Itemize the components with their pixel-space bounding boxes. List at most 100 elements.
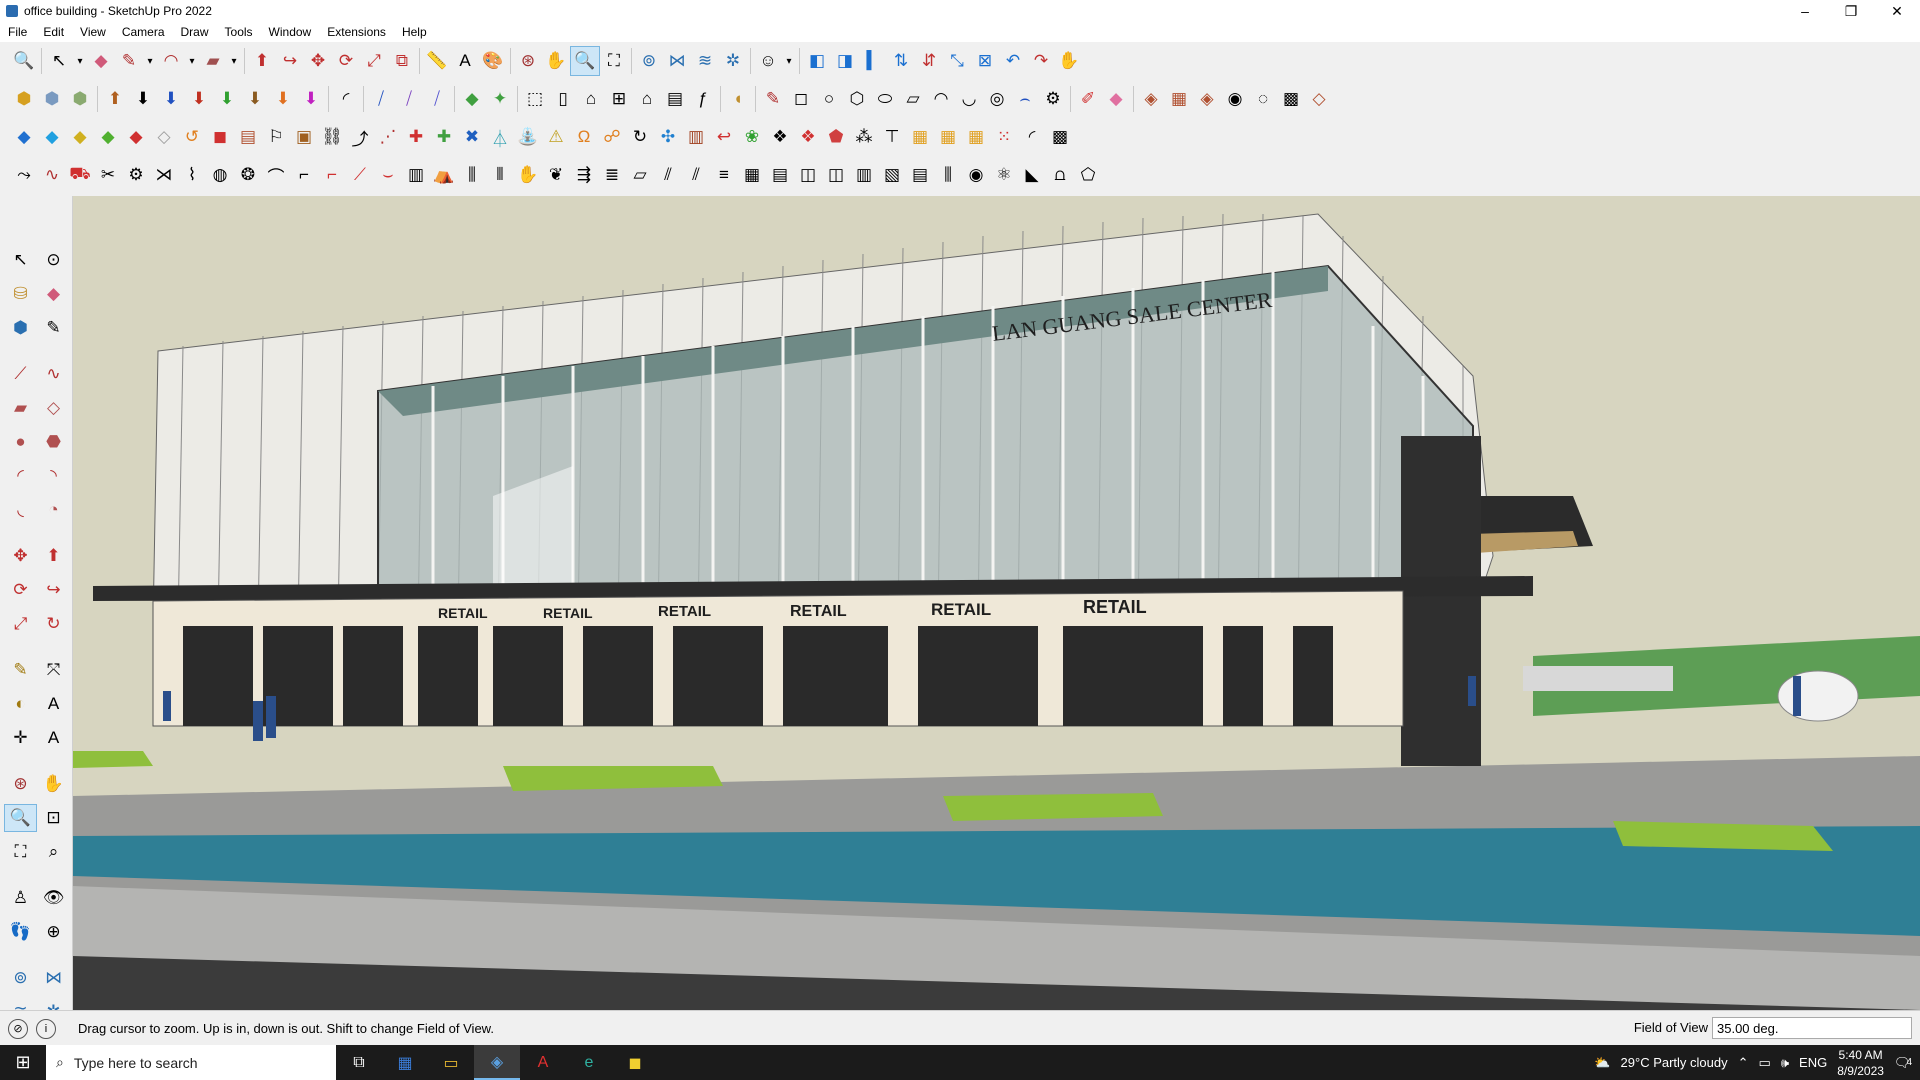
polygon-icon[interactable]: ⬣ <box>37 428 70 456</box>
building-icon[interactable]: ⊞ <box>605 85 633 113</box>
columns-icon[interactable]: ⫼ <box>458 161 486 189</box>
shape-square-icon[interactable]: ◻ <box>787 85 815 113</box>
pie-icon[interactable]: ◔ <box>37 496 70 524</box>
plus-green-icon[interactable]: ✚ <box>430 123 458 151</box>
slab-icon[interactable]: ▱ <box>626 161 654 189</box>
dropdown-icon[interactable]: ▾ <box>185 47 199 75</box>
arc-3pt-icon[interactable]: ◟ <box>4 496 37 524</box>
line-red-icon[interactable]: ✎ <box>759 85 787 113</box>
rectangle-icon[interactable]: ▰ <box>4 394 37 422</box>
chevron-up-icon[interactable]: ⌃ <box>1738 1055 1749 1071</box>
box-brown-icon[interactable]: ▣ <box>290 123 318 151</box>
scissors-icon[interactable]: ✂ <box>94 161 122 189</box>
position-camera-icon[interactable]: ♙ <box>4 884 37 912</box>
loop-orange-icon[interactable]: ↺ <box>178 123 206 151</box>
grid-orange-icon[interactable]: ▦ <box>906 123 934 151</box>
acrobat-icon[interactable]: A <box>520 1045 566 1080</box>
door-icon[interactable]: ▯ <box>549 85 577 113</box>
task-view-icon[interactable]: ⧉ <box>336 1045 382 1080</box>
weather-text[interactable]: 29°C Partly cloudy <box>1621 1055 1728 1070</box>
bridge-icon[interactable]: ⌒ <box>262 161 290 189</box>
table-icon[interactable]: ⊤ <box>878 123 906 151</box>
file-explorer-icon[interactable]: ▭ <box>428 1045 474 1080</box>
terrain-icon[interactable]: ◆ <box>458 85 486 113</box>
texture-rock-icon[interactable]: ◉ <box>1221 85 1249 113</box>
zoom-extents-icon[interactable]: ⛶ <box>4 838 37 866</box>
freehand-icon[interactable]: ∿ <box>37 360 70 388</box>
dropdown-icon[interactable]: ▾ <box>227 47 241 75</box>
volume-icon[interactable]: 🕪 <box>1781 1055 1789 1071</box>
pan-icon[interactable]: ✋ <box>37 770 70 798</box>
select-tool-icon[interactable]: ↖ <box>45 47 73 75</box>
dropdown-icon[interactable]: ▾ <box>782 47 796 75</box>
slash-violet-icon[interactable]: ⧸ <box>423 85 451 113</box>
language-indicator[interactable]: ENG <box>1799 1055 1827 1070</box>
search-icon[interactable]: 🔍 <box>10 47 38 75</box>
paint-bucket-icon[interactable]: ⛁ <box>4 280 37 308</box>
dropdown-icon[interactable]: ▾ <box>143 47 157 75</box>
ramp-icon[interactable]: ◣ <box>1018 161 1046 189</box>
gem-icon[interactable]: ⬟ <box>822 123 850 151</box>
frame-icon[interactable]: ◫ <box>794 161 822 189</box>
sticky-notes-icon[interactable]: ◼ <box>612 1045 658 1080</box>
redo-icon[interactable]: ↷ <box>1027 47 1055 75</box>
weather-icon[interactable]: ⛅ <box>1594 1055 1610 1071</box>
geo-location-icon[interactable]: ⊘ <box>8 1018 28 1039</box>
scatter-red-icon[interactable]: ⁙ <box>990 123 1018 151</box>
clock[interactable]: 5:40 AM 8/9/2023 <box>1837 1047 1884 1079</box>
minimize-button[interactable]: – <box>1782 0 1828 22</box>
axes-icon[interactable]: ✛ <box>4 724 37 752</box>
move-tool-icon[interactable]: ✥ <box>304 47 332 75</box>
shape-ellipse-icon[interactable]: ⬭ <box>871 85 899 113</box>
wall-icon[interactable]: ▦ <box>738 161 766 189</box>
orbit-icon[interactable]: ⊛ <box>514 47 542 75</box>
plane-blue-icon[interactable]: ◆ <box>10 123 38 151</box>
tape-measure-icon[interactable]: 📏 <box>423 47 451 75</box>
taskbar-search[interactable]: ⌕ Type here to search <box>46 1045 336 1080</box>
cabinet-icon[interactable]: ▥ <box>402 161 430 189</box>
rectangle-tool-icon[interactable]: ▰ <box>199 47 227 75</box>
multi-lines-icon[interactable]: ≡ <box>710 161 738 189</box>
tunnel-icon[interactable]: ⩍ <box>1046 161 1074 189</box>
windows-start-icon[interactable]: ⊞ <box>0 1045 46 1080</box>
push-pull-plus-icon[interactable]: ⬆ <box>101 85 129 113</box>
text-icon[interactable]: A <box>37 690 70 718</box>
texture-grid-icon[interactable]: ▦ <box>1165 85 1193 113</box>
spiral-ramp-icon[interactable]: ⌇ <box>178 161 206 189</box>
menu-file[interactable]: File <box>0 25 35 39</box>
maximize-button[interactable]: ❐ <box>1828 0 1874 22</box>
atom-icon[interactable]: ⚛ <box>990 161 1018 189</box>
component-box-icon[interactable]: ⬢ <box>4 314 37 342</box>
extrude-orange-icon[interactable]: ⬇ <box>269 85 297 113</box>
curve-red-icon[interactable]: ⌣ <box>374 161 402 189</box>
sketchup-taskbar-icon[interactable]: ◈ <box>474 1045 520 1080</box>
tent-icon[interactable]: ⛺ <box>430 161 458 189</box>
section-fill-icon[interactable]: ▍ <box>859 47 887 75</box>
calculator-icon[interactable]: ▦ <box>382 1045 428 1080</box>
grid-orange2-icon[interactable]: ▦ <box>934 123 962 151</box>
menu-extensions[interactable]: Extensions <box>319 25 394 39</box>
layout-icon[interactable]: ≋ <box>691 47 719 75</box>
leaf-icon[interactable]: ❦ <box>542 161 570 189</box>
arc-tool-icon[interactable]: ◠ <box>157 47 185 75</box>
shape-parallelogram-icon[interactable]: ▱ <box>899 85 927 113</box>
extrude-dark-icon[interactable]: ⬇ <box>129 85 157 113</box>
sandbox-stamp-icon[interactable]: ⇵ <box>915 47 943 75</box>
paint-bucket-icon[interactable]: 🎨 <box>479 47 507 75</box>
script-icon[interactable]: ƒ <box>689 85 717 113</box>
network-icon[interactable]: ▭ <box>1759 1055 1771 1071</box>
frame-dark-icon[interactable]: ◫ <box>822 161 850 189</box>
previous-view-icon[interactable]: ⌕ <box>37 838 70 866</box>
fish-icon[interactable]: ⋊ <box>150 161 178 189</box>
house-outline-icon[interactable]: ⌂ <box>633 85 661 113</box>
skew-lines-icon[interactable]: ⫽ <box>654 161 682 189</box>
zoom-icon[interactable]: 🔍 <box>4 804 37 832</box>
ball-icon[interactable]: ◍ <box>206 161 234 189</box>
menu-help[interactable]: Help <box>394 25 435 39</box>
shape-hexagon-icon[interactable]: ⬡ <box>843 85 871 113</box>
arc-2pt-icon[interactable]: ◝ <box>37 462 70 490</box>
plants-icon[interactable]: ❀ <box>738 123 766 151</box>
tag-icon[interactable]: ◖ <box>724 85 752 113</box>
arrow-split-icon[interactable]: ⇶ <box>570 161 598 189</box>
cubes-icon[interactable]: ❖ <box>766 123 794 151</box>
